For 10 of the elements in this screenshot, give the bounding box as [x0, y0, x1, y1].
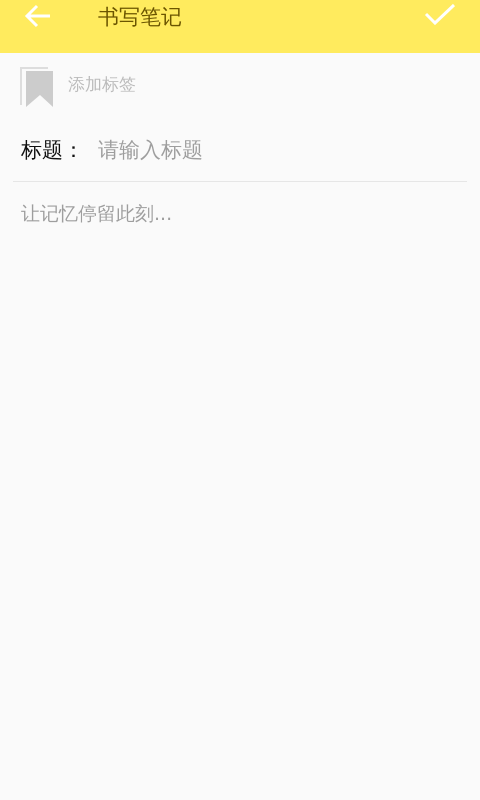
- add-tag-link[interactable]: 添加标签: [68, 73, 136, 99]
- confirm-button[interactable]: [424, 2, 456, 27]
- back-icon: [24, 2, 52, 30]
- title-input[interactable]: 请输入标题: [98, 135, 467, 166]
- note-body-input[interactable]: 让记忆停留此刻...: [21, 200, 467, 400]
- check-icon: [424, 2, 456, 27]
- back-button[interactable]: [24, 2, 52, 30]
- bookmark-icon[interactable]: [20, 65, 54, 107]
- title-label: 标题：: [21, 137, 84, 164]
- page-title: 书写笔记: [98, 4, 182, 30]
